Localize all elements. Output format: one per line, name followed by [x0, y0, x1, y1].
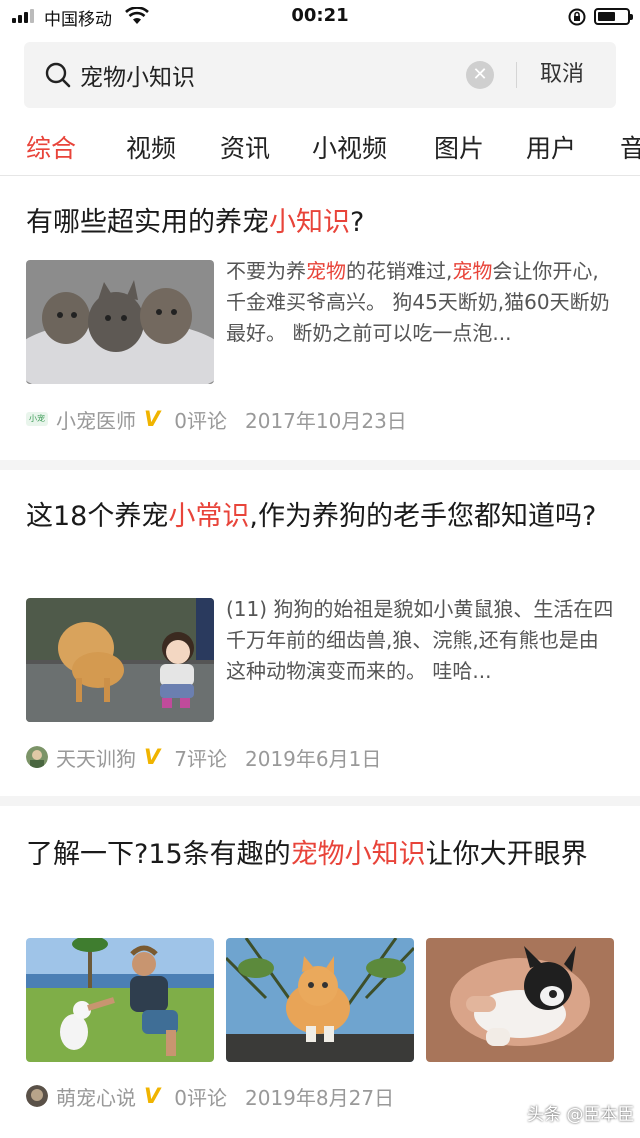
- publish-date: 2017年10月23日: [245, 408, 407, 433]
- tab-short-video[interactable]: 小视频: [312, 124, 387, 174]
- search-input[interactable]: [80, 42, 460, 108]
- clock: 00:21: [291, 5, 349, 26]
- search-bar: ✕ 取消: [24, 42, 616, 108]
- article-thumbnail[interactable]: [226, 938, 414, 1062]
- article-meta: 小宠 小宠医师 V 0评论 2017年10月23日: [26, 405, 407, 433]
- source-name[interactable]: 小宠医师: [56, 405, 136, 434]
- comment-count: 7评论: [174, 746, 227, 771]
- verified-icon: V: [144, 1084, 161, 1108]
- article-snippet: 不要为养宠物的花销难过,宠物会让你开心,千金难买爷高兴。 狗45天断奶,猫60天…: [226, 259, 610, 345]
- watermark: 头条 @臣本臣: [527, 1105, 635, 1125]
- publish-date: 2019年8月27日: [245, 1085, 395, 1110]
- article-title[interactable]: 这18个养宠小常识,作为养狗的老手您都知道吗?: [26, 496, 616, 538]
- article-meta: 萌宠心说 V 0评论 2019年8月27日: [26, 1082, 394, 1110]
- article-thumbnail[interactable]: [26, 260, 214, 384]
- article-thumbnail[interactable]: [26, 598, 214, 722]
- article-title[interactable]: 了解一下?15条有趣的宠物小知识让你大开眼界: [26, 834, 616, 876]
- battery-icon: [594, 8, 633, 25]
- avatar[interactable]: [26, 746, 48, 768]
- article-title[interactable]: 有哪些超实用的养宠小知识?: [26, 202, 616, 244]
- source-name[interactable]: 萌宠心说: [56, 1082, 136, 1111]
- article-card[interactable]: 了解一下?15条有趣的宠物小知识让你大开眼界 萌宠心说 V 0评论 2019年8…: [0, 806, 640, 1138]
- comment-count: 0评论: [174, 1085, 227, 1110]
- category-tabs: 综合 视频 资讯 小视频 图片 用户 音: [0, 124, 640, 174]
- card-separator: [0, 796, 640, 806]
- article-thumbnail[interactable]: [26, 938, 214, 1062]
- tab-users[interactable]: 用户: [526, 124, 576, 174]
- card-separator: [0, 460, 640, 470]
- article-snippet: (11) 狗狗的始祖是貌如小黄鼠狼、生活在四千万年前的细齿兽,狼、浣熊,还有熊也…: [226, 597, 614, 683]
- search-icon: [44, 61, 72, 93]
- tab-news[interactable]: 资讯: [220, 124, 270, 174]
- comment-count: 0评论: [174, 408, 227, 433]
- search-divider: [516, 62, 517, 88]
- status-bar: 中国移动 00:21: [0, 0, 640, 34]
- publish-date: 2019年6月1日: [245, 746, 382, 771]
- tab-music[interactable]: 音: [620, 124, 640, 174]
- rotation-lock-icon: [567, 7, 587, 32]
- article-card[interactable]: 有哪些超实用的养宠小知识? 不要为养宠物的花销难过,宠物会让你开心,千金难买爷高…: [0, 176, 640, 460]
- article-meta: 天天训狗 V 7评论 2019年6月1日: [26, 743, 381, 771]
- avatar[interactable]: 小宠: [26, 412, 48, 426]
- article-card[interactable]: 这18个养宠小常识,作为养狗的老手您都知道吗? (11) 狗狗的始祖是貌如小黄鼠…: [0, 470, 640, 796]
- article-thumbnail[interactable]: [426, 938, 614, 1062]
- tab-video[interactable]: 视频: [126, 124, 176, 174]
- cancel-button[interactable]: 取消: [540, 42, 584, 108]
- avatar[interactable]: [26, 1085, 48, 1107]
- tab-comprehensive[interactable]: 综合: [26, 124, 76, 174]
- source-name[interactable]: 天天训狗: [56, 743, 136, 772]
- close-icon: ✕: [472, 64, 488, 85]
- tab-images[interactable]: 图片: [434, 124, 484, 174]
- verified-icon: V: [144, 407, 161, 431]
- clear-search-button[interactable]: ✕: [466, 61, 494, 89]
- verified-icon: V: [144, 745, 161, 769]
